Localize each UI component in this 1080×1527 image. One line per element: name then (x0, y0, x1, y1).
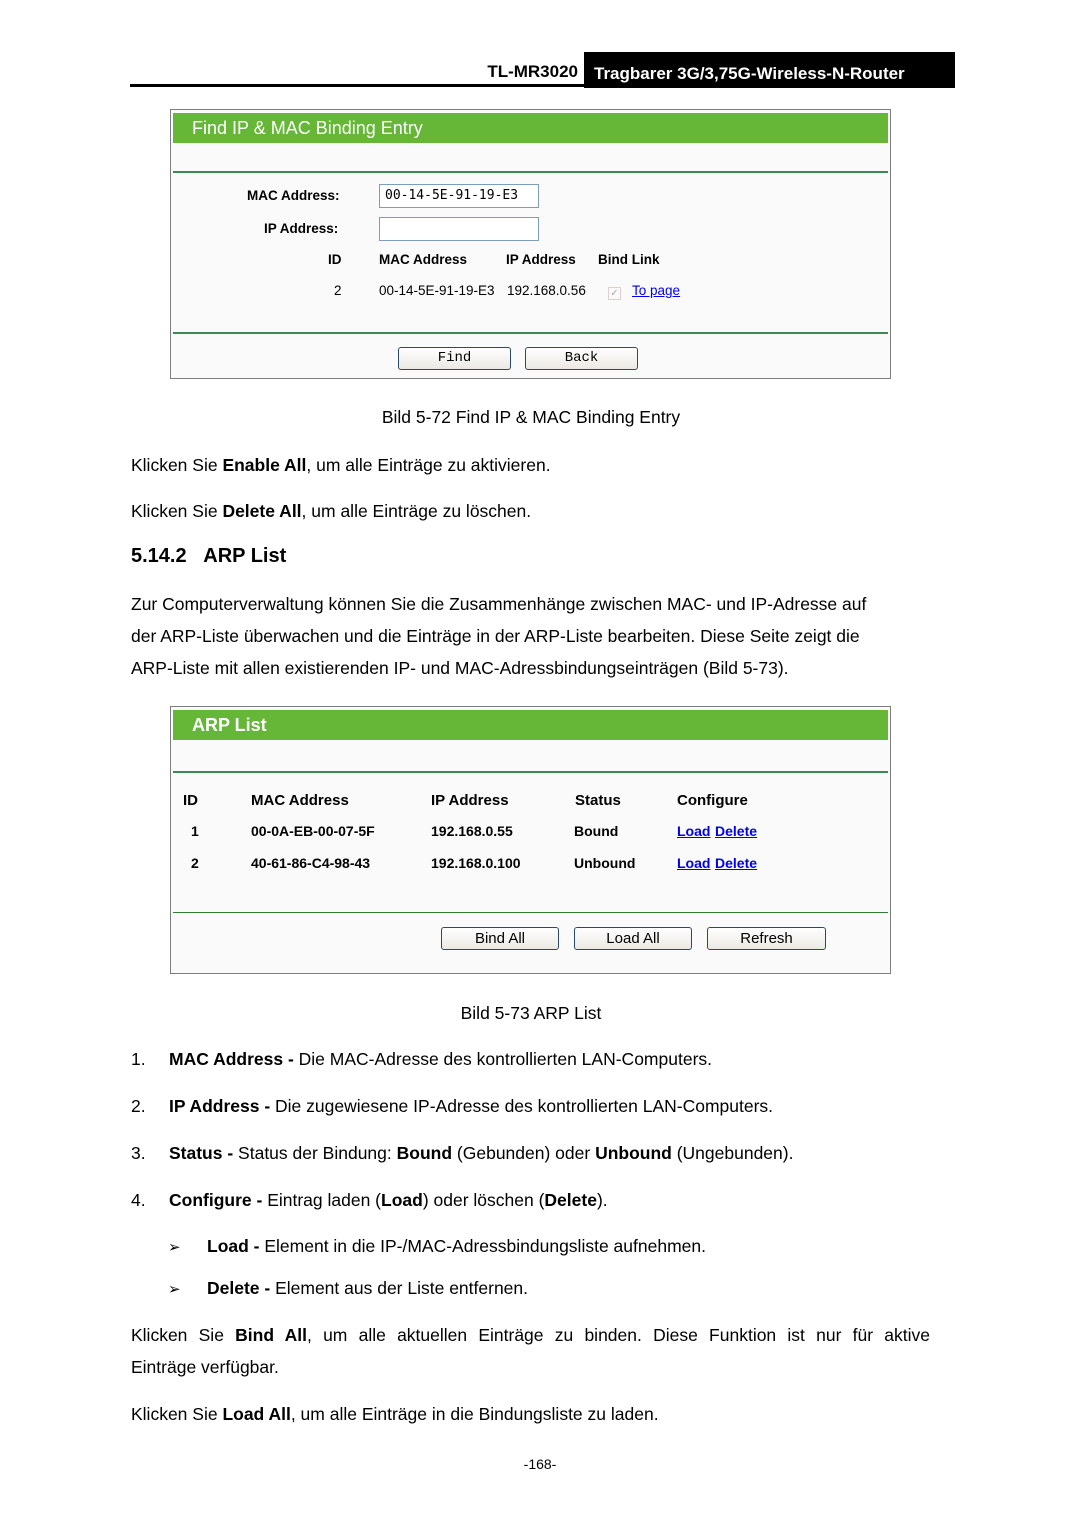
find-binding-panel: Find IP & MAC Binding Entry MAC Address:… (170, 109, 891, 379)
row-ip: 192.168.0.100 (431, 855, 521, 871)
col-ip-address: IP Address (506, 252, 576, 267)
col-id: ID (328, 252, 342, 267)
arrow-bullet-icon: ➢ (168, 1239, 181, 1256)
paragraph-enable-all: Klicken Sie Enable All, um alle Einträge… (131, 455, 551, 475)
ip-address-input[interactable] (379, 217, 539, 241)
arp-list-panel: ARP List ID MAC Address IP Address Statu… (170, 706, 891, 974)
row-mac: 00-14-5E-91-19-E3 (379, 283, 495, 298)
arrow-bullet-icon: ➢ (168, 1281, 181, 1298)
paragraph-load-all: Klicken Sie Load All, um alle Einträge i… (131, 1404, 659, 1424)
intro-line-1: Zur Computerverwaltung können Sie die Zu… (131, 594, 867, 614)
refresh-button[interactable]: Refresh (707, 927, 826, 950)
delete-link[interactable]: Delete (715, 823, 757, 839)
row-mac: 40-61-86-C4-98-43 (251, 855, 371, 871)
header-model: TL-MR3020 (487, 62, 578, 81)
figure-caption: Bild 5-72 Find IP & MAC Binding Entry (381, 407, 681, 427)
figure-caption: Bild 5-73 ARP List (460, 1003, 602, 1023)
intro-line-3: ARP-Liste mit allen existierenden IP- un… (131, 658, 789, 678)
to-page-link[interactable]: To page (632, 283, 680, 298)
col-bind-link: Bind Link (598, 252, 660, 267)
intro-line-2: der ARP-Liste überwachen und die Einträg… (131, 626, 860, 646)
page-number: -168- (523, 1456, 557, 1472)
bind-checkbox[interactable]: ✓ (608, 287, 621, 300)
load-link[interactable]: Load (677, 855, 710, 871)
load-all-button[interactable]: Load All (574, 927, 692, 950)
panel-title: Find IP & MAC Binding Entry (173, 113, 888, 143)
col-ip-address: IP Address (431, 792, 509, 809)
paragraph-delete-all: Klicken Sie Delete All, um alle Einträge… (131, 501, 532, 521)
row-status: Bound (574, 823, 619, 839)
mac-address-label: MAC Address: (247, 188, 340, 203)
col-mac-address: MAC Address (251, 792, 349, 809)
bind-all-button[interactable]: Bind All (441, 927, 559, 950)
divider (173, 771, 888, 773)
divider (173, 912, 888, 913)
row-id: 2 (334, 283, 342, 298)
col-status: Status (575, 792, 621, 809)
panel-title: ARP List (173, 710, 888, 740)
header-rule (130, 84, 955, 87)
load-link[interactable]: Load (677, 823, 710, 839)
row-id: 2 (191, 855, 199, 871)
col-configure: Configure (677, 792, 748, 809)
paragraph-bind-all-cont: Einträge verfügbar. (131, 1357, 279, 1377)
col-id: ID (183, 792, 198, 809)
ip-address-label: IP Address: (264, 221, 339, 236)
row-mac: 00-0A-EB-00-07-5F (251, 823, 375, 839)
paragraph-bind-all: Klicken Sie Bind All, um alle aktuellen … (131, 1325, 930, 1345)
row-status: Unbound (574, 855, 636, 871)
find-button[interactable]: Find (398, 347, 511, 370)
divider (173, 332, 888, 334)
section-heading: 5.14.2 ARP List (131, 545, 287, 567)
row-ip: 192.168.0.56 (507, 283, 586, 298)
col-mac-address: MAC Address (379, 252, 468, 267)
back-button[interactable]: Back (525, 347, 638, 370)
delete-link[interactable]: Delete (715, 855, 757, 871)
row-id: 1 (191, 823, 199, 839)
mac-address-input[interactable]: 00-14-5E-91-19-E3 (379, 184, 539, 208)
header-product: Tragbarer 3G/3,75G-Wireless-N-Router (584, 52, 955, 88)
row-ip: 192.168.0.55 (431, 823, 513, 839)
divider (173, 171, 888, 173)
